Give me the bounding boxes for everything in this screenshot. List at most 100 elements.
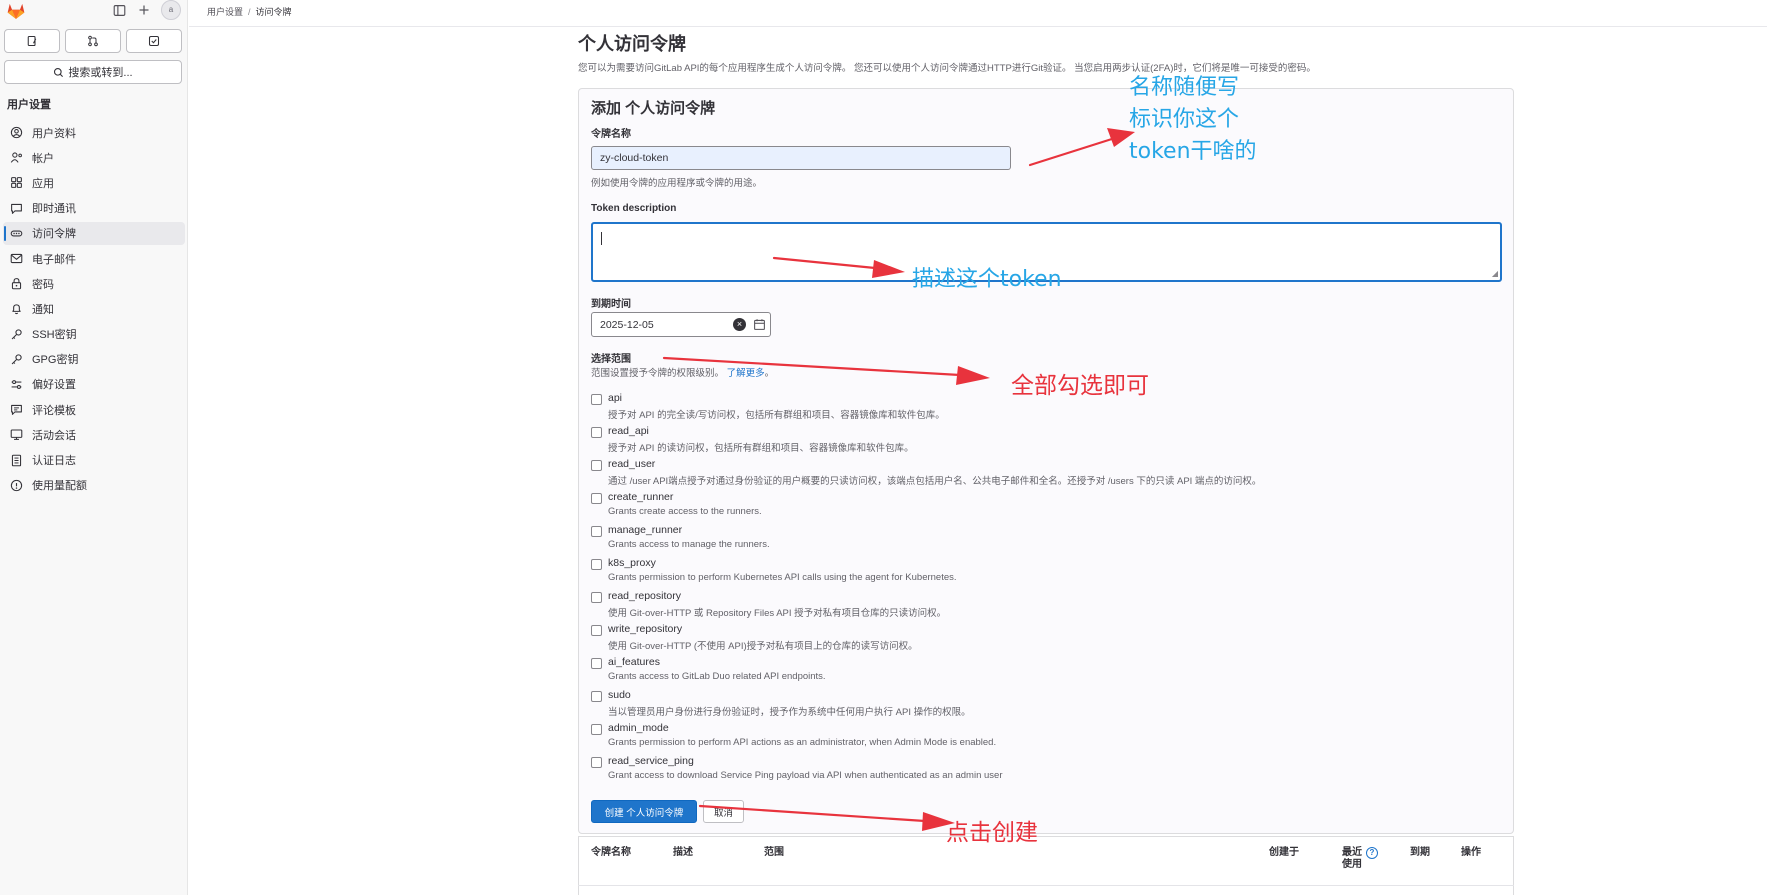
clear-date-icon[interactable]: × [733, 318, 746, 331]
token-description-label: Token description [591, 203, 677, 214]
scope-name[interactable]: write_repository [608, 623, 682, 635]
avatar[interactable]: a [161, 0, 181, 20]
text-caret [601, 232, 602, 245]
token-name-help: 例如使用令牌的应用程序或令牌的用途。 [591, 178, 763, 189]
issues-button[interactable] [4, 29, 60, 53]
sidebar-item-notifications[interactable]: 通知 [3, 297, 185, 320]
column-token-name: 令牌名称 [591, 847, 631, 858]
scope-checkbox[interactable] [591, 625, 602, 636]
scope-name[interactable]: read_user [608, 458, 655, 470]
scope-name[interactable]: manage_runner [608, 524, 682, 536]
gitlab-logo-icon[interactable] [6, 1, 26, 21]
scopes-annotation: 全部勾选即可 [1011, 373, 1149, 399]
sidebar-item-label: 应用 [32, 177, 54, 190]
sidebar-item-password[interactable]: 密码 [3, 272, 185, 295]
sidebar-item-gpg-keys[interactable]: GPG密钥 [3, 348, 185, 371]
search-icon [54, 67, 64, 77]
scope-checkbox[interactable] [591, 460, 602, 471]
column-actions: 操作 [1461, 847, 1481, 858]
issues-icon [27, 35, 37, 47]
scope-name[interactable]: read_api [608, 425, 649, 437]
scope-name[interactable]: create_runner [608, 491, 673, 503]
breadcrumb: 用户设置 / 访问令牌 [207, 5, 292, 18]
scope-name[interactable]: k8s_proxy [608, 557, 656, 569]
sidebar-item-access-tokens[interactable]: 访问令牌 [3, 221, 185, 245]
scope-checkbox[interactable] [591, 658, 602, 669]
sidebar-item-preferences[interactable]: 偏好设置 [3, 373, 185, 396]
scope-name[interactable]: read_service_ping [608, 755, 694, 767]
lock-icon [9, 277, 23, 291]
sidebar-item-applications[interactable]: 应用 [3, 171, 185, 194]
scope-checkbox[interactable] [591, 559, 602, 570]
sidebar-item-label: GPG密钥 [32, 354, 79, 367]
token-name-input[interactable]: zy-cloud-token [591, 146, 1011, 170]
sidebar-item-label: 活动会话 [32, 429, 76, 442]
todo-button[interactable] [126, 29, 182, 53]
avatar-alt-text: a [168, 5, 174, 14]
plus-icon[interactable] [136, 4, 152, 20]
scope-checkbox[interactable] [591, 526, 602, 537]
sidebar-item-account[interactable]: 帐户 [3, 146, 185, 169]
sidebar-item-label: SSH密钥 [32, 329, 77, 342]
sidebar-item-profile[interactable]: 用户资料 [3, 121, 185, 144]
breadcrumb-current[interactable]: 访问令牌 [256, 7, 292, 17]
create-token-button[interactable]: 创建 个人访问令牌 [591, 800, 697, 823]
sidebar-item-label: 即时通讯 [32, 203, 76, 216]
monitor-icon [9, 428, 23, 442]
sidebar-toggle-icon[interactable] [111, 4, 127, 20]
bell-icon [9, 302, 23, 316]
scopes-help-text: 范围设置授予令牌的权限级别。 [591, 368, 725, 379]
column-created: 创建于 [1269, 847, 1299, 858]
key-icon [9, 352, 23, 366]
annotation-line: token干啥的 [1129, 139, 1257, 164]
sidebar-item-label: 帐户 [32, 152, 54, 165]
sidebar-item-active-sessions[interactable]: 活动会话 [3, 423, 185, 446]
scope-name[interactable]: sudo [608, 689, 631, 701]
scope-checkbox[interactable] [591, 394, 602, 405]
todo-icon [148, 35, 160, 47]
scope-checkbox[interactable] [591, 493, 602, 504]
sidebar-item-usage-quotas[interactable]: 使用量配额 [3, 474, 185, 497]
scope-checkbox[interactable] [591, 757, 602, 768]
sidebar-nav: 用户资料 帐户 应用 即时通讯 访问令牌 电子邮件 密码 通知 SSH密钥 GP… [0, 121, 188, 499]
question-icon[interactable]: ? [1366, 847, 1378, 859]
sidebar-item-label: 通知 [32, 303, 54, 316]
sidebar-item-label: 用户资料 [32, 127, 76, 140]
profile-icon [9, 126, 23, 140]
scope-description: Grants access to manage the runners. [608, 539, 770, 550]
mail-icon [9, 252, 23, 266]
scope-name[interactable]: read_repository [608, 590, 681, 602]
expiry-label: 到期时间 [591, 299, 631, 310]
sidebar-item-auth-log[interactable]: 认证日志 [3, 448, 185, 471]
create-annotation: 点击创建 [946, 820, 1038, 846]
sidebar-item-comment-templates[interactable]: 评论模板 [3, 398, 185, 421]
account-icon [9, 151, 23, 165]
sidebar-item-emails[interactable]: 电子邮件 [3, 247, 185, 270]
scope-description: Grants permission to perform API actions… [608, 737, 997, 748]
scope-description: Grants create access to the runners. [608, 506, 762, 517]
sidebar-section-title: 用户设置 [7, 99, 51, 111]
resize-grip-icon[interactable]: ◢ [1492, 270, 1498, 278]
cancel-button[interactable]: 取消 [703, 800, 744, 823]
scope-checkbox[interactable] [591, 724, 602, 735]
scope-checkbox[interactable] [591, 427, 602, 438]
quick-actions [4, 29, 182, 53]
scope-checkbox[interactable] [591, 592, 602, 603]
column-last-used-line2: 使用 [1342, 859, 1362, 870]
scope-name[interactable]: admin_mode [608, 722, 669, 734]
merge-requests-button[interactable] [65, 29, 121, 53]
breadcrumb-item[interactable]: 用户设置 [207, 7, 243, 17]
learn-more-link[interactable]: 了解更多 [727, 368, 765, 379]
sidebar-item-ssh-keys[interactable]: SSH密钥 [3, 323, 185, 346]
scope-name[interactable]: ai_features [608, 656, 660, 668]
calendar-icon[interactable] [753, 318, 766, 331]
search-button[interactable]: 搜索或转到... [4, 60, 182, 84]
scope-checkbox[interactable] [591, 691, 602, 702]
sidebar-item-label: 密码 [32, 278, 54, 291]
scope-description: Grant access to download Service Ping pa… [608, 770, 1003, 781]
expiry-date-input[interactable]: 2025-12-05 × [591, 312, 771, 337]
scope-name[interactable]: api [608, 392, 622, 404]
search-label: 搜索或转到... [68, 67, 133, 79]
description-annotation: 描述这个token [912, 267, 1062, 292]
sidebar-item-chat[interactable]: 即时通讯 [3, 197, 185, 220]
